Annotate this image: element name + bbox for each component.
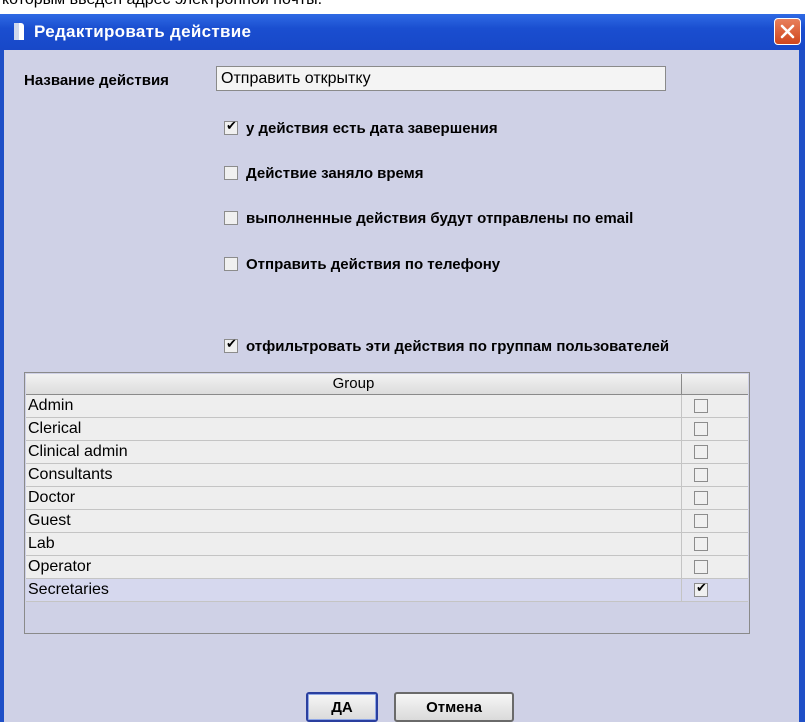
option-label: Отправить действия по телефону [246,255,501,273]
group-checkbox[interactable] [694,468,708,482]
column-header-group[interactable]: Group [26,374,682,394]
table-row[interactable]: Consultants [26,464,748,487]
column-divider [681,487,682,509]
close-button[interactable] [774,18,801,45]
cancel-button[interactable]: Отмена [394,692,514,722]
group-name: Lab [28,535,55,552]
column-divider [681,418,682,440]
option-checkbox[interactable] [224,257,238,271]
group-name: Consultants [28,466,113,483]
action-name-input[interactable] [216,66,666,91]
action-name-label: Название действия [24,72,169,89]
table-row[interactable]: Operator [26,556,748,579]
option-filter-by-groups[interactable]: отфильтровать эти действия по группам по… [224,334,669,358]
group-name: Secretaries [28,581,109,598]
dialog-titlebar[interactable]: Редактировать действие [0,14,805,50]
group-name: Clinical admin [28,443,128,460]
group-checkbox[interactable] [694,445,708,459]
column-divider [681,464,682,486]
option-checkbox[interactable] [224,166,238,180]
column-divider [681,579,682,601]
background-caption-strip: которым введен адрес электронной почты. [0,0,805,14]
groups-table: Group Admin Clerical Clinical admin Consult… [24,372,750,634]
option-checkbox[interactable] [224,119,238,135]
group-name: Doctor [28,489,76,506]
dialog-title: Редактировать действие [34,22,252,41]
option-checkbox[interactable] [224,211,238,225]
app-icon [14,23,24,40]
option-has-end-date[interactable]: у действия есть дата завершения [224,116,498,140]
group-checkbox[interactable] [694,514,708,528]
column-divider [681,533,682,555]
group-name: Clerical [28,420,82,437]
option-checkbox[interactable] [224,337,238,353]
table-row[interactable]: Guest [26,510,748,533]
option-label: выполненные действия будут отправлены по… [246,209,634,227]
table-row[interactable]: Doctor [26,487,748,510]
dialog-body: Название действия у действия есть дата з… [4,50,799,722]
option-took-time[interactable]: Действие заняло время [224,161,424,185]
table-header: Group [26,374,748,395]
option-send-phone[interactable]: Отправить действия по телефону [224,252,500,276]
option-label: отфильтровать эти действия по группам по… [246,337,670,355]
column-divider [681,556,682,578]
option-label: Действие заняло время [246,164,424,182]
column-header-checkbox[interactable] [682,374,748,394]
column-divider [681,510,682,532]
table-row[interactable]: Admin [26,395,748,418]
option-send-email[interactable]: выполненные действия будут отправлены по… [224,206,633,230]
edit-action-dialog: Редактировать действие Название действия… [0,14,805,722]
option-label: у действия есть дата завершения [246,119,498,137]
group-checkbox[interactable] [694,422,708,436]
column-divider [681,441,682,463]
group-name: Operator [28,558,92,575]
table-row[interactable]: Clerical [26,418,748,441]
group-checkbox[interactable] [694,560,708,574]
table-row[interactable]: Secretaries [26,579,748,602]
column-divider [681,395,682,417]
group-name: Guest [28,512,71,529]
group-checkbox[interactable] [694,491,708,505]
table-row[interactable]: Clinical admin [26,441,748,464]
group-checkbox[interactable] [694,537,708,551]
background-caption: которым введен адрес электронной почты. [2,0,322,9]
table-row[interactable]: Lab [26,533,748,556]
group-name: Admin [28,397,74,414]
ok-button[interactable]: ДА [306,692,378,722]
group-checkbox[interactable] [694,399,708,413]
close-icon [780,24,795,39]
group-checkbox[interactable] [694,581,708,597]
